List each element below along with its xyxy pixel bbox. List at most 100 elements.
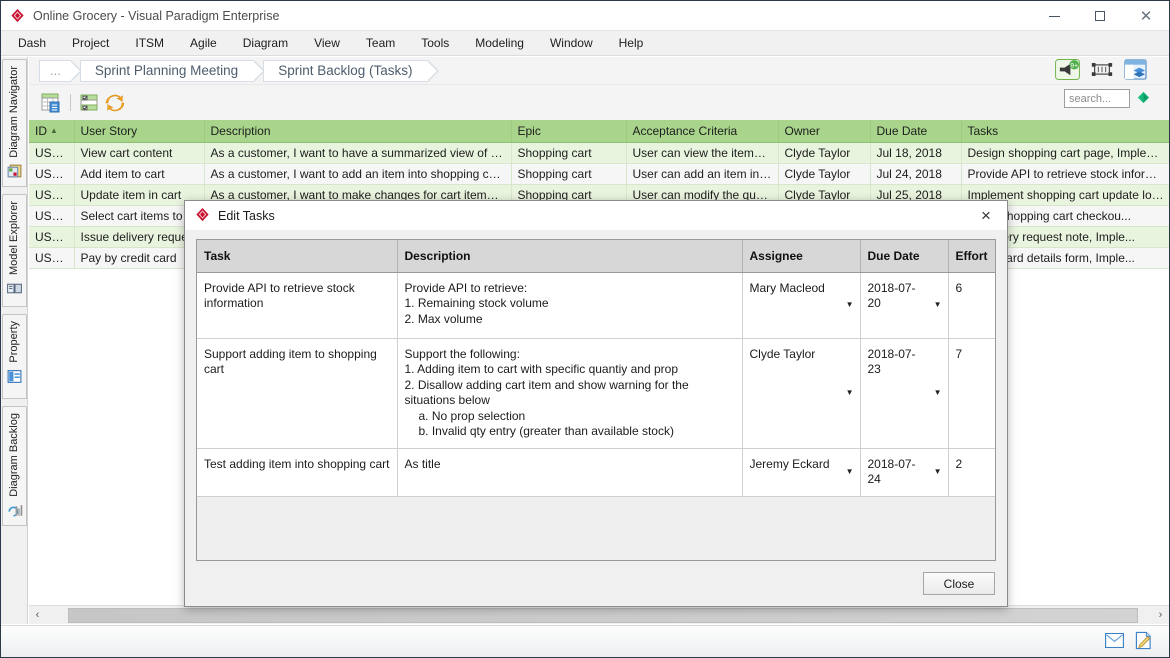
task-cell-effort[interactable]: 6 [948,272,996,338]
sort-ascending-icon: ▲ [50,126,58,135]
close-window-button[interactable]: ✕ [1123,1,1169,31]
refresh-icon[interactable] [102,90,128,116]
grid-col-label: ID [35,124,47,138]
sidebar-item-diagram-backlog[interactable]: Diagram Backlog [2,406,27,526]
fit-width-icon[interactable] [1090,59,1114,83]
cell-tasks: Provide API to retrieve stock informati.… [961,164,1169,185]
grid-col-owner[interactable]: Owner [778,120,870,143]
sidebar-item-diagram-navigator[interactable]: Diagram Navigator [2,59,27,187]
sidebar-item-property[interactable]: Property [2,314,27,399]
maximize-button[interactable] [1077,1,1123,31]
sidebar-item-label: Model Explorer [8,201,20,275]
cell-id: US032 [29,248,74,269]
application-window: Online Grocery - Visual Paradigm Enterpr… [0,0,1170,658]
toolbar-separator [70,94,71,111]
dialog-footer: Close [185,561,1007,606]
menu-item-window[interactable]: Window [537,33,606,53]
announcement-icon[interactable]: 9+ [1055,59,1080,83]
close-button[interactable]: Close [923,572,995,595]
sidebar-item-label: Diagram Navigator [8,66,20,158]
minimize-button[interactable] [1031,1,1077,31]
table-row[interactable]: US026 Add item to cart As a customer, I … [29,164,1169,185]
grid-col-id[interactable]: ID▲ [29,120,74,143]
task-row[interactable]: Provide API to retrieve stock informatio… [197,272,996,338]
menu-item-team[interactable]: Team [353,33,408,53]
menu-item-help[interactable]: Help [606,33,657,53]
export-table-icon[interactable] [39,90,65,116]
desc-line: Support the following: [405,347,520,361]
cell-due-date: Jul 24, 2018 [870,164,961,185]
scroll-right-arrow-icon[interactable]: › [1152,607,1169,624]
scroll-left-arrow-icon[interactable]: ‹ [29,607,46,624]
mail-icon[interactable] [1105,633,1124,651]
tasks-table: Task Description Assignee Due Date Effor… [197,240,996,561]
menu-item-itsm[interactable]: ITSM [122,33,177,53]
empty-area [197,496,996,561]
menu-item-diagram[interactable]: Diagram [230,33,301,53]
svg-text:9+: 9+ [1070,63,1078,70]
menu-item-agile[interactable]: Agile [177,33,230,53]
checklist-table-icon[interactable] [76,90,102,116]
menu-item-tools[interactable]: Tools [408,33,462,53]
desc-line: As title [405,457,441,471]
search-input[interactable] [1064,89,1130,108]
green-diamond-icon[interactable] [1136,90,1151,108]
task-cell-description[interactable]: Provide API to retrieve: 1. Remaining st… [397,272,742,338]
chevron-down-icon[interactable]: ▼ [846,301,854,309]
task-cell-assignee[interactable]: Mary Macleod ▼ [742,272,860,338]
cell-id: US027 [29,185,74,206]
dialog-close-icon[interactable]: × [973,201,999,230]
task-row[interactable]: Test adding item into shopping cart As t… [197,448,996,496]
breadcrumb-item-sprint-planning-meeting[interactable]: Sprint Planning Meeting [80,60,254,82]
tasks-header-row: Task Description Assignee Due Date Effor… [197,240,996,272]
status-bar [1,625,1169,657]
grid-col-epic[interactable]: Epic [511,120,626,143]
scrollbar-thumb[interactable] [68,608,1138,623]
breadcrumb-item-sprint-backlog-tasks[interactable]: Sprint Backlog (Tasks) [263,60,428,82]
task-cell-due-date[interactable]: 2018-07-24 ▼ [860,448,948,496]
task-cell-due-date[interactable]: 2018-07-23 ▼ [860,338,948,448]
grid-col-due-date[interactable]: Due Date [870,120,961,143]
task-cell-effort[interactable]: 7 [948,338,996,448]
menu-item-modeling[interactable]: Modeling [462,33,537,53]
chevron-down-icon[interactable]: ▼ [846,389,854,397]
cell-description: As a customer, I want to have a summariz… [204,143,511,164]
grid-col-user-story[interactable]: User Story [74,120,204,143]
grid-col-tasks[interactable]: Tasks [961,120,1169,143]
document-edit-icon[interactable] [1135,631,1152,653]
task-cell-task[interactable]: Provide API to retrieve stock informatio… [197,272,397,338]
task-cell-assignee[interactable]: Clyde Taylor ▼ [742,338,860,448]
desc-line: 1. Remaining stock volume [405,296,549,310]
chevron-down-icon[interactable]: ▼ [934,301,942,309]
grid-col-acceptance-criteria[interactable]: Acceptance Criteria [626,120,778,143]
menu-item-project[interactable]: Project [59,33,122,53]
chevron-down-icon[interactable]: ▼ [934,468,942,476]
left-dock-panel: Diagram Navigator Model Explorer Propert… [1,57,28,624]
task-row[interactable]: Support adding item to shopping cart Sup… [197,338,996,448]
diagram-backlog-icon [6,502,23,519]
panel-layers-icon[interactable] [1124,59,1147,83]
chevron-down-icon[interactable]: ▼ [846,468,854,476]
breadcrumb-item-ellipsis[interactable]: ... [39,60,71,82]
task-cell-description[interactable]: As title [397,448,742,496]
task-cell-description[interactable]: Support the following: 1. Adding item to… [397,338,742,448]
table-row[interactable]: US025 View cart content As a customer, I… [29,143,1169,164]
task-cell-assignee[interactable]: Jeremy Eckard ▼ [742,448,860,496]
sidebar-item-model-explorer[interactable]: Model Explorer [2,194,27,307]
task-cell-task[interactable]: Support adding item to shopping cart [197,338,397,448]
horizontal-scrollbar[interactable]: ‹ › [29,605,1169,624]
sidebar-item-label: Property [8,321,20,363]
vp-diamond-logo-icon [195,207,210,225]
task-cell-due-date[interactable]: 2018-07-20 ▼ [860,272,948,338]
chevron-down-icon[interactable]: ▼ [934,389,942,397]
search-area [1064,89,1151,108]
task-cell-effort[interactable]: 2 [948,448,996,496]
menu-item-dash[interactable]: Dash [5,33,59,53]
task-row-filler [197,496,996,561]
scrollbar-track[interactable] [46,607,1152,624]
cell-description: As a customer, I want to add an item int… [204,164,511,185]
menu-item-view[interactable]: View [301,33,353,53]
grid-col-description[interactable]: Description [204,120,511,143]
task-cell-task[interactable]: Test adding item into shopping cart [197,448,397,496]
due-date-value: 2018-07-24 [868,457,916,487]
